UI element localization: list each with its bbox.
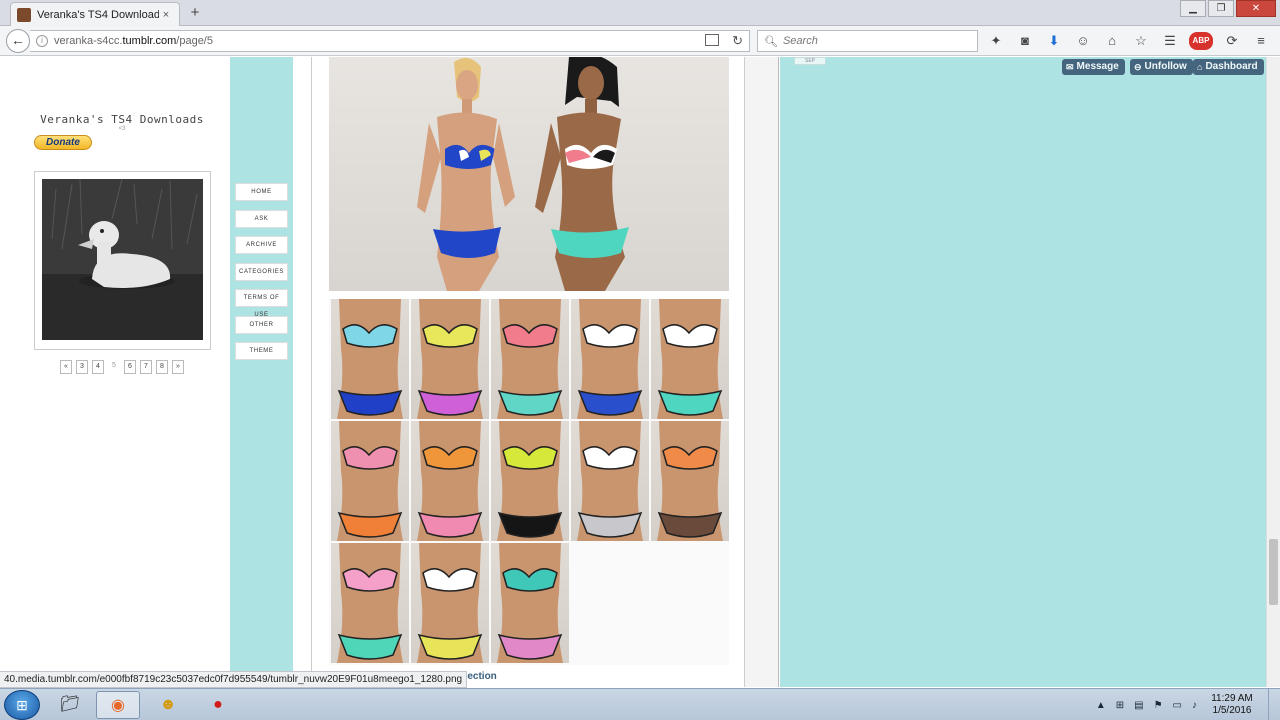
sync-icon[interactable]: ⟳ bbox=[1222, 32, 1242, 50]
chat-icon[interactable]: ☺ bbox=[1073, 32, 1093, 50]
tumblr-favicon-icon bbox=[17, 7, 31, 22]
nav-button-terms-of-use[interactable]: TERMS OF USE bbox=[235, 289, 288, 318]
swatch-item bbox=[651, 299, 729, 419]
search-icon: 🔍︎ bbox=[764, 35, 778, 48]
pagination-item[interactable]: « bbox=[60, 360, 72, 374]
swatch-item bbox=[411, 421, 489, 541]
tray-expand-icon[interactable]: ▲ bbox=[1096, 700, 1106, 711]
dashboard-button[interactable]: ⌂ Dashboard bbox=[1193, 59, 1264, 75]
swatch-item bbox=[491, 543, 569, 663]
post-main-image[interactable] bbox=[329, 57, 729, 291]
swatch-item bbox=[331, 421, 409, 541]
page-scrollbar[interactable] bbox=[1266, 57, 1280, 687]
swatch-item bbox=[411, 543, 489, 663]
reload-icon[interactable]: ↻ bbox=[732, 33, 743, 49]
blog-subtitle: <3 bbox=[118, 126, 126, 132]
status-bar-url: 40.media.tumblr.com/e000fbf8719c23c5037e… bbox=[0, 671, 468, 688]
extension-icon[interactable]: ✦ bbox=[986, 32, 1006, 50]
date-tag: SEP bbox=[794, 57, 826, 65]
swatch-item bbox=[331, 543, 409, 663]
swatch-item bbox=[651, 421, 729, 541]
download-icon[interactable]: ⬇ bbox=[1044, 32, 1064, 50]
pagination: « 3 4 5 6 7 8 » bbox=[60, 360, 188, 374]
new-tab-button[interactable]: + bbox=[186, 4, 204, 22]
message-icon: ✉ bbox=[1066, 62, 1074, 72]
bookmark-star-icon[interactable]: ☆ bbox=[1131, 32, 1151, 50]
firefox-icon[interactable]: ◉ bbox=[96, 691, 140, 719]
swatch-item bbox=[331, 299, 409, 419]
pagination-item[interactable]: » bbox=[172, 360, 184, 374]
clock-date: 1/5/2016 bbox=[1212, 705, 1252, 716]
home-icon[interactable]: ⌂ bbox=[1102, 32, 1122, 50]
post-swatch-grid[interactable] bbox=[329, 299, 729, 665]
system-tray: ▲ ⊞ ▤ ⚑ ▭ ♪ 11:29 AM 1/5/2016 bbox=[1091, 689, 1280, 720]
url-text: veranka-s4cc.tumblr.com/page/5 bbox=[54, 35, 213, 47]
browser-navbar: ← i veranka-s4cc.tumblr.com/page/5 ↻ 🔍︎ … bbox=[0, 26, 1280, 56]
swatch-item bbox=[411, 299, 489, 419]
nav-strip bbox=[230, 57, 293, 687]
nav-button-theme[interactable]: THEME bbox=[235, 342, 288, 360]
adblock-icon[interactable]: ABP bbox=[1189, 32, 1213, 50]
window-controls: ▁ ❐ ✕ bbox=[1178, 0, 1276, 17]
pagination-item[interactable]: 6 bbox=[124, 360, 136, 374]
start-button[interactable]: ⊞ bbox=[4, 690, 40, 720]
minimize-button[interactable]: ▁ bbox=[1180, 0, 1206, 17]
clock-time: 11:29 AM bbox=[1211, 693, 1253, 704]
message-button[interactable]: ✉ Message bbox=[1062, 59, 1125, 75]
action-center-icon[interactable]: ⚑ bbox=[1154, 700, 1163, 711]
swatch-item bbox=[571, 421, 649, 541]
nav-button-home[interactable]: HOME bbox=[235, 183, 288, 201]
power-icon[interactable]: ▭ bbox=[1173, 700, 1182, 711]
swatch-item bbox=[571, 299, 649, 419]
browser-titlebar: Veranka's TS4 Downloads × + ▁ ❐ ✕ bbox=[0, 0, 1280, 26]
tab-close-icon[interactable]: × bbox=[159, 9, 173, 21]
maximize-button[interactable]: ❐ bbox=[1208, 0, 1234, 17]
toolbar-icons: ✦ ◙ ⬇ ☺ ⌂ ☆ ☰ ABP ⟳ ≡ bbox=[986, 32, 1280, 50]
swatch-item bbox=[491, 299, 569, 419]
nav-button-other[interactable]: OTHER bbox=[235, 315, 288, 334]
pagination-item[interactable]: 3 bbox=[76, 360, 88, 374]
nav-button-categories[interactable]: CATEGORIES bbox=[235, 262, 288, 281]
smiley-app-icon[interactable]: ☻ bbox=[146, 691, 190, 719]
file-explorer-icon[interactable]: 📁︎ bbox=[48, 691, 92, 719]
nav-button-ask[interactable]: ASK bbox=[235, 209, 288, 228]
back-button[interactable]: ← bbox=[6, 29, 30, 53]
unfollow-button[interactable]: ⊖ Unfollow bbox=[1130, 59, 1193, 75]
scrollbar-thumb[interactable] bbox=[1269, 539, 1278, 605]
swatch-item bbox=[491, 421, 569, 541]
bookmarks-list-icon[interactable]: ☰ bbox=[1160, 32, 1180, 50]
avatar-frame bbox=[34, 171, 211, 350]
pocket-icon[interactable]: ◙ bbox=[1015, 32, 1035, 50]
record-app-icon[interactable]: ● bbox=[196, 691, 240, 719]
menu-icon[interactable]: ≡ bbox=[1251, 32, 1271, 50]
search-input[interactable]: Search bbox=[783, 35, 818, 47]
pagination-item[interactable]: 4 bbox=[92, 360, 104, 374]
volume-icon[interactable]: ♪ bbox=[1192, 700, 1197, 711]
site-info-icon[interactable]: i bbox=[36, 35, 48, 47]
tab-title: Veranka's TS4 Downloads bbox=[37, 8, 159, 21]
nav-button-archive[interactable]: ARCHIVE bbox=[235, 236, 288, 254]
reader-view-icon[interactable] bbox=[705, 34, 719, 46]
pagination-item: 5 bbox=[108, 360, 120, 374]
pagination-item[interactable]: 8 bbox=[156, 360, 168, 374]
taskbar-clock[interactable]: 11:29 AM 1/5/2016 bbox=[1202, 693, 1262, 717]
duck-avatar-image bbox=[42, 179, 203, 340]
windows-flag-icon[interactable]: ⊞ bbox=[1116, 700, 1124, 711]
browser-tab-active[interactable]: Veranka's TS4 Downloads × bbox=[10, 2, 180, 26]
blog-title[interactable]: Veranka's TS4 Downloads bbox=[0, 113, 244, 126]
unfollow-icon: ⊖ bbox=[1134, 62, 1142, 72]
pagination-item[interactable]: 7 bbox=[140, 360, 152, 374]
donate-button[interactable]: Donate bbox=[34, 135, 92, 150]
network-icon[interactable]: ▤ bbox=[1134, 700, 1143, 711]
url-bar[interactable]: i veranka-s4cc.tumblr.com/page/5 ↻ bbox=[30, 30, 750, 52]
show-desktop-button[interactable] bbox=[1268, 689, 1280, 720]
windows-taskbar: ⊞ 📁︎ ◉ ☻ ● ▲ ⊞ ▤ ⚑ ▭ ♪ 11:29 AM 1/5/2016 bbox=[0, 688, 1280, 720]
page-content: Veranka's TS4 Downloads <3 Donate « 3 4 5 6 bbox=[0, 57, 1280, 687]
close-window-button[interactable]: ✕ bbox=[1236, 0, 1276, 17]
search-bar[interactable]: 🔍︎ Search bbox=[757, 30, 978, 52]
dashboard-home-icon: ⌂ bbox=[1197, 62, 1203, 72]
blog-background bbox=[780, 57, 1266, 687]
